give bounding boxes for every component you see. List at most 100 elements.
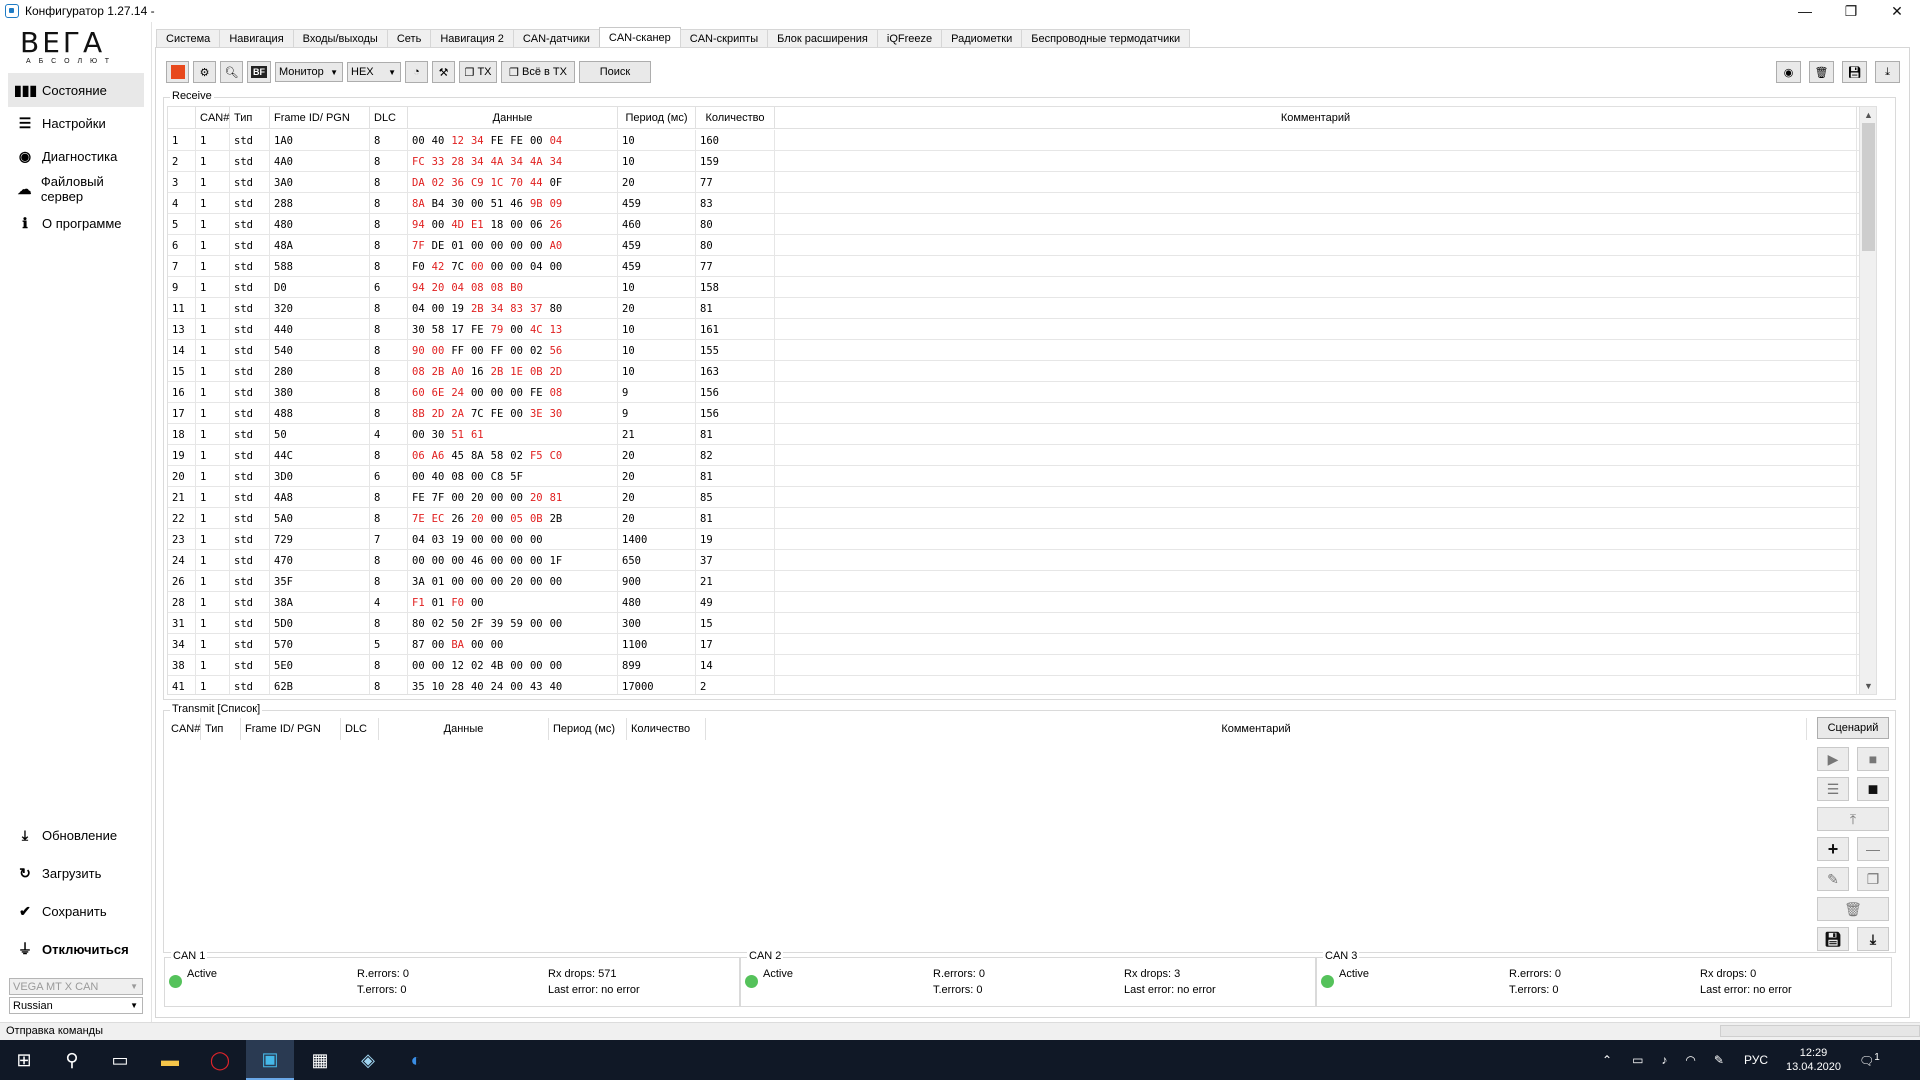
table-row[interactable]: 11 1 std 320 8 04 00 19 2B 34 83 37 80 20 81 (168, 298, 1876, 319)
transmit-column-header[interactable]: Период (мс) (549, 718, 627, 740)
table-row[interactable]: 1 1 std 1A0 8 00 40 12 34 FE FE 00 04 10 160 (168, 130, 1876, 151)
tab-2[interactable]: Входы/выходы (292, 29, 388, 48)
table-row[interactable]: 20 1 std 3D0 6 00 40 08 00 C8 5F 20 81 (168, 466, 1876, 487)
table-row[interactable]: 9 1 std D0 6 94 20 04 08 08 B0 10 158 (168, 277, 1876, 298)
table-row[interactable]: 14 1 std 540 8 90 00 FF 00 FF 00 02 56 10 155 (168, 340, 1876, 361)
receive-column-header[interactable]: Количество (696, 107, 775, 129)
table-row[interactable]: 6 1 std 48A 8 7F DE 01 00 00 00 00 A0 459 80 (168, 235, 1876, 256)
comment-cell[interactable] (775, 340, 1857, 361)
tab-5[interactable]: CAN-датчики (512, 29, 600, 48)
stop-button[interactable] (166, 61, 189, 83)
comment-cell[interactable] (775, 151, 1857, 172)
tab-6[interactable]: CAN-сканер (598, 27, 681, 48)
receive-column-header[interactable]: Frame ID/ PGN (270, 107, 370, 129)
notepad-icon[interactable]: ◈ (344, 1040, 392, 1080)
table-row[interactable]: 31 1 std 5D0 8 80 02 50 2F 39 59 00 00 300 15 (168, 613, 1876, 634)
pen-icon[interactable]: ✎ (1714, 1053, 1724, 1067)
table-row[interactable]: 21 1 std 4A8 8 FE 7F 00 20 00 00 20 81 20 85 (168, 487, 1876, 508)
transmit-column-header[interactable]: Комментарий (706, 718, 1807, 740)
record-button[interactable]: ◉ (1776, 61, 1801, 83)
table-row[interactable]: 18 1 std 50 4 00 30 51 61 21 81 (168, 424, 1876, 445)
comment-cell[interactable] (775, 508, 1857, 529)
table-row[interactable]: 38 1 std 5E0 8 00 00 12 02 4B 00 00 00 899 14 (168, 655, 1876, 676)
receive-column-header[interactable]: DLC (370, 107, 408, 129)
tab-8[interactable]: Блок расширения (767, 29, 878, 48)
comment-cell[interactable] (775, 319, 1857, 340)
table-row[interactable]: 15 1 std 280 8 08 2B A0 16 2B 1E 0B 2D 10 163 (168, 361, 1876, 382)
battery-icon[interactable]: ▭ (1632, 1053, 1643, 1067)
table-row[interactable]: 3 1 std 3A0 8 DA 02 36 C9 1C 70 44 0F 20 77 (168, 172, 1876, 193)
stop-tx-button[interactable]: ■ (1857, 747, 1889, 771)
comment-cell[interactable] (775, 592, 1857, 613)
sidebar-item-0[interactable]: ▮▮▮ Состояние (8, 73, 144, 107)
tab-3[interactable]: Сеть (386, 29, 432, 48)
receive-column-header[interactable]: CAN# (196, 107, 230, 129)
transmit-column-header[interactable]: Frame ID/ PGN (241, 718, 341, 740)
comment-cell[interactable] (775, 235, 1857, 256)
receive-column-header[interactable]: Период (мс) (618, 107, 696, 129)
comment-cell[interactable] (775, 529, 1857, 550)
network-icon[interactable]: ◠ (1685, 1053, 1695, 1067)
table-row[interactable]: 34 1 std 570 5 87 00 BA 00 00 1100 17 (168, 634, 1876, 655)
tab-11[interactable]: Беспроводные термодатчики (1021, 29, 1191, 48)
format-select[interactable]: HEX ▼ (347, 62, 401, 82)
task-view-icon[interactable]: ▭ (96, 1040, 144, 1080)
table-row[interactable]: 5 1 std 480 8 94 00 4D E1 18 00 06 26 460 80 (168, 214, 1876, 235)
table-row[interactable]: 13 1 std 440 8 30 58 17 FE 79 00 4C 13 10 161 (168, 319, 1876, 340)
configurator-icon[interactable]: ▣ (246, 1040, 294, 1080)
comment-cell[interactable] (775, 571, 1857, 592)
play-button[interactable]: ▶ (1817, 747, 1849, 771)
language-indicator[interactable]: РУС (1744, 1053, 1768, 1067)
windows-start-icon[interactable]: ⊞ (0, 1040, 48, 1080)
search-button[interactable]: 🔍︎ (220, 61, 243, 83)
export-button[interactable]: ⤓ (1875, 61, 1900, 83)
comment-cell[interactable] (775, 256, 1857, 277)
scenario-button[interactable]: Сценарий (1817, 717, 1889, 739)
sidebar-item-4[interactable]: ℹ О программе (8, 206, 144, 240)
tab-7[interactable]: CAN-скрипты (679, 29, 769, 48)
scrollbar-thumb[interactable] (1862, 123, 1875, 251)
sidebar-action-2[interactable]: ✔ Сохранить (8, 896, 144, 926)
sidebar-item-2[interactable]: ◉ Диагностика (8, 139, 144, 173)
file-explorer-icon[interactable]: ▬ (146, 1040, 194, 1080)
comment-cell[interactable] (775, 634, 1857, 655)
comment-cell[interactable] (775, 172, 1857, 193)
clear-button[interactable]: 🗑︎ (1809, 61, 1834, 83)
sidebar-action-0[interactable]: ⤓ Обновление (8, 820, 144, 850)
table-row[interactable]: 2 1 std 4A0 8 FC 33 28 34 4A 34 4A 34 10 159 (168, 151, 1876, 172)
comment-cell[interactable] (775, 466, 1857, 487)
comment-cell[interactable] (775, 130, 1857, 151)
table-row[interactable]: 24 1 std 470 8 00 00 00 46 00 00 00 1F 650 37 (168, 550, 1876, 571)
table-row[interactable]: 23 1 std 729 7 04 03 19 00 00 00 00 1400 19 (168, 529, 1876, 550)
table-row[interactable]: 17 1 std 488 8 8B 2D 2A 7C FE 00 3E 30 9 156 (168, 403, 1876, 424)
clock[interactable]: 12:29 13.04.2020 (1786, 1046, 1841, 1074)
device-select[interactable]: VEGA MT X CAN ▼ (9, 978, 143, 995)
table-row[interactable]: 19 1 std 44C 8 06 A6 45 8A 58 02 F5 C0 20 82 (168, 445, 1876, 466)
delete-button[interactable]: 🗑︎ (1817, 897, 1889, 921)
remove-button[interactable]: — (1857, 837, 1889, 861)
table-row[interactable]: 4 1 std 288 8 8A B4 30 00 51 46 9B 09 459 83 (168, 193, 1876, 214)
copy-tx-button[interactable]: ❐ TX (459, 61, 497, 83)
edit-button[interactable]: ✎ (1817, 867, 1849, 891)
settings-button[interactable]: ⚙ (193, 61, 216, 83)
tab-9[interactable]: iQFreeze (876, 29, 943, 48)
save-log-button[interactable]: 💾︎ (1842, 61, 1867, 83)
notifications-icon[interactable]: 🗨︎1 (1859, 1052, 1880, 1068)
find-button[interactable]: Поиск (579, 61, 651, 83)
comment-cell[interactable] (775, 676, 1857, 694)
table-row[interactable]: 41 1 std 62B 8 35 10 28 40 24 00 43 40 17000 2 (168, 676, 1876, 694)
mode-select[interactable]: Монитор ▼ (275, 62, 343, 82)
receive-scrollbar[interactable]: ▲ ▼ (1859, 107, 1876, 694)
transmit-column-header[interactable]: Тип (201, 718, 241, 740)
save-tx-button[interactable]: 💾︎ (1817, 927, 1849, 951)
comment-cell[interactable] (775, 445, 1857, 466)
tab-0[interactable]: Система (156, 29, 221, 48)
tray-expand-icon[interactable]: ⌃ (1602, 1053, 1612, 1067)
receive-column-header[interactable] (168, 107, 196, 129)
table-row[interactable]: 22 1 std 5A0 8 7E EC 26 20 00 05 0B 2B 20 81 (168, 508, 1876, 529)
table-row[interactable]: 26 1 std 35F 8 3A 01 00 00 00 20 00 00 900 21 (168, 571, 1876, 592)
close-button[interactable]: ✕ (1874, 0, 1920, 22)
table-row[interactable]: 7 1 std 588 8 F0 42 7C 00 00 00 04 00 459 77 (168, 256, 1876, 277)
table-row[interactable]: 16 1 std 380 8 60 6E 24 00 00 00 FE 08 9 156 (168, 382, 1876, 403)
square-button[interactable]: ■ (1857, 777, 1889, 801)
